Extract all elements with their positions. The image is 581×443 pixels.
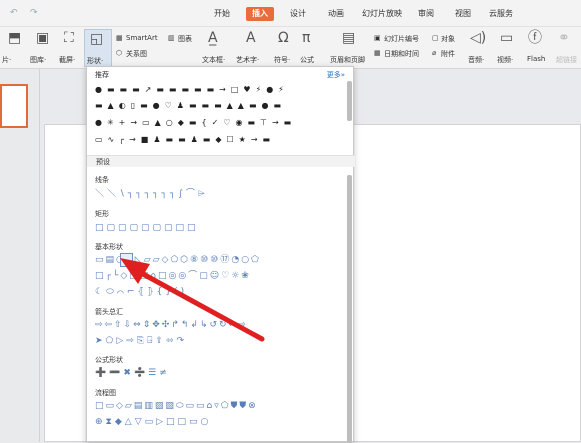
red-pointer-arrow [120, 258, 265, 342]
